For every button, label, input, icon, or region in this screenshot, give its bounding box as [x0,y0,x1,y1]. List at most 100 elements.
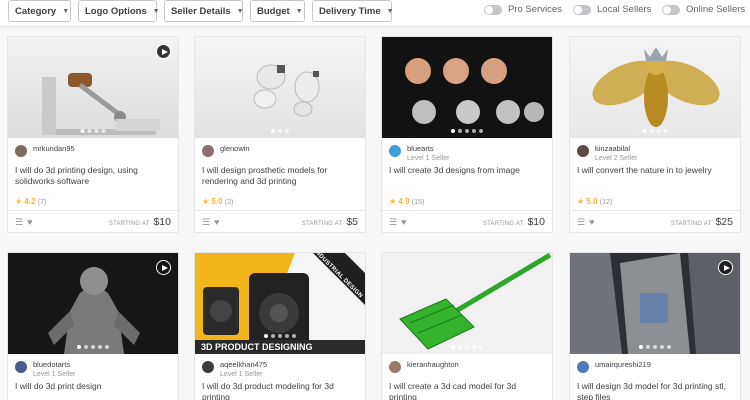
3d-faces-image [405,58,544,124]
gig-thumbnail[interactable] [8,37,178,138]
gig-card[interactable]: glenowin I will design prosthetic models… [194,36,366,233]
gig-card[interactable]: mrkundan95 I will do 3d printing design,… [7,36,179,233]
gig-title[interactable]: I will do 3d product modeling for 3d pri… [202,381,358,400]
gig-title[interactable]: I will do 3d printing design, using soli… [15,165,171,187]
price[interactable]: STARTING AT $10 [483,216,545,228]
gig-thumbnail[interactable] [195,37,365,138]
rating-value: 4.9 [398,197,410,206]
seller-info[interactable]: bluearts Level 1 Seller [389,144,449,163]
seller-name[interactable]: bluedotarts [33,360,75,370]
price-value: $5 [346,216,358,228]
speaker-product-image [195,253,365,354]
seller-name[interactable]: glenowin [220,144,250,154]
review-count: (12) [599,199,613,206]
sculpt-figure-image [48,267,140,354]
menu-icon[interactable]: ☰ [15,217,23,227]
carousel-dots[interactable] [80,129,106,133]
online-sellers-toggle[interactable]: Online Sellers [662,4,745,15]
price[interactable]: STARTING AT $25 [671,216,733,228]
category-filter[interactable]: Category ▼ [8,0,71,22]
avatar [577,145,589,157]
seller-info[interactable]: bluedotarts Level 1 Seller [15,360,75,379]
seller-name[interactable]: umairqureshi219 [595,360,651,370]
chevron-down-icon: ▼ [295,7,303,15]
filter-label: Delivery Time [319,5,381,17]
rating-value: 5.0 [211,197,223,206]
carousel-dots[interactable] [271,129,289,133]
card-footer: ☰ ♥ STARTING AT $10 [382,210,552,232]
price-value: $25 [715,216,733,228]
logo-options-filter[interactable]: Logo Options ▼ [78,0,160,22]
play-video-button[interactable] [156,44,171,59]
seller-name[interactable]: kinzaabilal [595,144,637,154]
gig-title[interactable]: I will create 3d designs from image [389,165,545,176]
menu-icon[interactable]: ☰ [577,217,585,227]
toggle-switch[interactable] [573,4,591,15]
carousel-dots[interactable] [451,345,483,349]
menu-icon[interactable]: ☰ [202,217,210,227]
local-sellers-toggle[interactable]: Local Sellers [573,4,651,15]
gig-thumbnail[interactable] [570,37,740,138]
seller-info[interactable]: aqeelkhan475 Level 1 Seller [202,360,267,379]
delivery-time-filter[interactable]: Delivery Time ▼ [312,0,394,22]
gig-card[interactable]: INDUSTRIAL DESIGN 3D PRODUCT DESIGNING a… [194,252,366,400]
budget-filter[interactable]: Budget ▼ [250,0,305,22]
seller-info[interactable]: umairqureshi219 [577,360,651,373]
seller-name[interactable]: mrkundan95 [33,144,75,154]
rating: ★ 4.2 (7) [15,197,46,206]
heart-icon[interactable]: ♥ [27,217,32,227]
starting-at-label: STARTING AT [670,221,712,227]
carousel-dots[interactable] [639,345,671,349]
toggle-label: Online Sellers [686,4,746,15]
gig-title[interactable]: I will convert the nature in to jewelry [577,165,733,176]
prosthetic-model-image [253,64,320,117]
filter-label: Category [15,5,57,17]
gig-thumbnail[interactable] [570,253,740,354]
price[interactable]: STARTING AT $5 [302,216,358,228]
carousel-dots[interactable] [451,129,483,133]
seller-info[interactable]: kinzaabilal Level 2 Seller [577,144,637,163]
heart-icon[interactable]: ♥ [401,217,406,227]
gig-card[interactable]: kieranhaughton I will create a 3d cad mo… [381,252,553,400]
gig-title[interactable]: I will design 3d model for 3d printing s… [577,381,733,400]
seller-info[interactable]: mrkundan95 [15,144,75,157]
carousel-dots[interactable] [77,345,109,349]
seller-details-filter[interactable]: Seller Details ▼ [164,0,244,22]
seller-name[interactable]: aqeelkhan475 [220,360,267,370]
gig-title[interactable]: I will design prosthetic models for rend… [202,165,358,187]
gig-thumbnail[interactable] [8,253,178,354]
gig-card[interactable]: kinzaabilal Level 2 Seller I will conver… [569,36,741,233]
rating-value: 4.2 [24,197,36,206]
heart-icon[interactable]: ♥ [214,217,219,227]
seller-name[interactable]: kieranhaughton [407,360,459,370]
menu-icon[interactable]: ☰ [389,217,397,227]
seller-info[interactable]: kieranhaughton [389,360,459,373]
play-video-button[interactable] [718,260,733,275]
review-count: (15) [411,199,425,206]
gig-card[interactable]: bluearts Level 1 Seller I will create 3d… [381,36,553,233]
carousel-dots[interactable] [642,129,668,133]
chevron-down-icon: ▼ [386,7,394,15]
carousel-dots[interactable] [264,334,296,338]
play-video-button[interactable] [156,260,171,275]
gig-title[interactable]: I will do 3d print design [15,381,171,392]
rating-value: 5.0 [586,197,598,206]
caption-text: 3D PRODUCT DESIGNING [195,340,365,354]
price-value: $10 [527,216,545,228]
gig-title[interactable]: I will create a 3d cad model for 3d prin… [389,381,545,400]
gig-card[interactable]: bluedotarts Level 1 Seller I will do 3d … [7,252,179,400]
toggle-label: Local Sellers [597,4,652,15]
gig-thumbnail[interactable] [382,37,552,138]
pro-services-toggle[interactable]: Pro Services [484,4,562,15]
toggle-switch[interactable] [484,4,502,15]
gig-card[interactable]: umairqureshi219 I will design 3d model f… [569,252,741,400]
toggle-switch[interactable] [662,4,680,15]
review-count: (7) [37,199,47,206]
heart-icon[interactable]: ♥ [589,217,594,227]
seller-name[interactable]: bluearts [407,144,449,154]
price[interactable]: STARTING AT $10 [109,216,171,228]
seller-info[interactable]: glenowin [202,144,250,157]
gig-thumbnail[interactable] [382,253,552,354]
starting-at-label: STARTING AT [108,221,150,227]
gig-thumbnail[interactable]: INDUSTRIAL DESIGN 3D PRODUCT DESIGNING [195,253,365,354]
